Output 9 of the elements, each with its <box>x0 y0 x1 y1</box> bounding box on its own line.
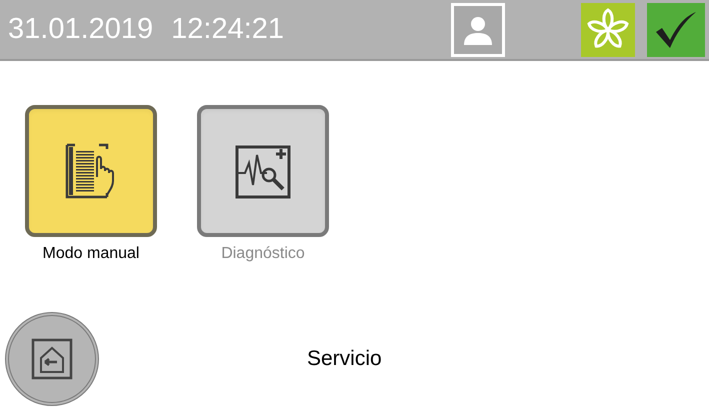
home-icon <box>31 338 73 380</box>
tile-label: Modo manual <box>42 244 140 264</box>
confirm-button[interactable] <box>647 2 705 56</box>
time-text: 12:24:21 <box>171 15 284 44</box>
page-title: Servicio <box>307 346 382 372</box>
manual-mode-button[interactable] <box>25 105 157 237</box>
date-text: 31.01.2019 <box>8 15 154 44</box>
tile-label: Diagnóstico <box>221 244 305 264</box>
checkmark-icon <box>654 10 698 50</box>
